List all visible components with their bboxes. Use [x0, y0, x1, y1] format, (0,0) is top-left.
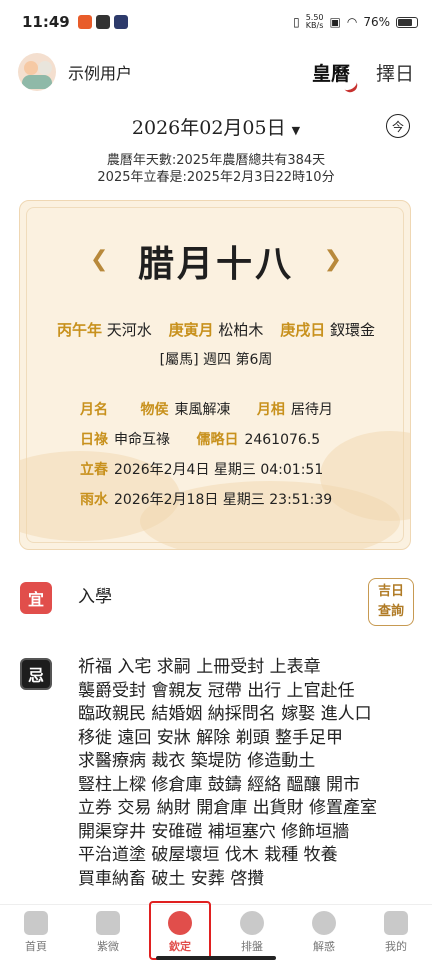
nav-ziwei[interactable]: 紫微	[72, 905, 144, 964]
speed-unit: KB/s	[305, 21, 324, 30]
avoid-line: 移徙 遠回 安牀 解除 剃頭 整手足甲	[78, 727, 344, 748]
year-info: 農曆年天數:2025年農曆總共有384天 2025年立春是:2025年2月3日2…	[0, 152, 432, 186]
notification-app-icon	[113, 15, 128, 29]
julian-day-value: 2461076.5	[244, 432, 321, 448]
button-line: 吉日	[377, 584, 404, 599]
almanac-card: ❮ 腊月十八 ❯ 丙午年 天河水 庚寅月 松柏木 庚戌日 釵環金 [屬馬] 週四…	[19, 200, 411, 550]
avatar-figure	[38, 61, 52, 75]
lichun-value: 2026年2月4日 星期三 04:01:51	[114, 462, 324, 478]
ganzhi-value: 松柏木	[218, 321, 264, 339]
nav-jiehuo[interactable]: 解惑	[288, 905, 360, 964]
ganzhi-row: 丙午年 天河水 庚寅月 松柏木 庚戌日 釵環金	[20, 319, 410, 340]
date-picker[interactable]: 2026年02月05日 ▼	[132, 113, 300, 140]
avoid-line: 豎柱上樑 修倉庫 鼓鑄 經絡 醞釀 開市	[78, 774, 361, 795]
detail-row-1: 月名 物侯 東風解凍 月相 居待月	[80, 399, 333, 419]
nav-label: 我的	[385, 940, 407, 953]
suitable-activities: 入學	[78, 587, 112, 607]
today-button[interactable]: 今	[386, 114, 410, 138]
tab-date-selection[interactable]: 擇日	[376, 59, 414, 86]
lichun-time: 2025年立春是:2025年2月3日22時10分	[97, 170, 335, 185]
status-indicators: ▯ 5.50 KB/s ▣ ◠ 76%	[293, 14, 418, 30]
calendar-icon	[24, 911, 48, 935]
ganzhi-value: 天河水	[106, 321, 152, 339]
wuhou-value: 東風解凍	[174, 402, 231, 418]
rilu-label: 日祿	[80, 432, 108, 448]
nav-home[interactable]: 首頁	[0, 905, 72, 964]
yushui-value: 2026年2月18日 星期三 23:51:39	[114, 492, 333, 508]
ganzhi-value: 釵環金	[329, 321, 375, 339]
yin-yang-icon	[240, 911, 264, 935]
ganzhi-label: 庚寅月	[168, 321, 214, 339]
lunar-day-row: ❮ 腊月十八 ❯	[20, 231, 410, 291]
ganzhi-year: 丙午年 天河水	[57, 321, 152, 339]
avoid-badge: 忌	[20, 658, 52, 690]
nav-label: 排盤	[241, 940, 263, 953]
sim-icon: ▣	[329, 15, 341, 29]
lichun-label: 立春	[80, 462, 108, 478]
week-info: [屬馬] 週四 第6周	[159, 352, 273, 368]
header-tabs: 皇曆 擇日	[312, 59, 414, 86]
book-icon	[96, 911, 120, 935]
detail-row-2: 日祿 申命互祿 儒略日 2461076.5	[80, 429, 320, 449]
avoid-line: 求醫療病 裁衣 築堤防 修造動土	[78, 751, 316, 771]
avoid-line: 平治道塗 破屋壞垣 伐木 栽種 牧養	[78, 845, 338, 865]
network-speed: 5.50 KB/s	[306, 14, 324, 30]
detail-row-3: 立春 2026年2月4日 星期三 04:01:51	[80, 459, 323, 479]
detail-row-4: 雨水 2026年2月18日 星期三 23:51:39	[80, 489, 332, 509]
username[interactable]: 示例用户	[68, 60, 132, 84]
lunar-year-days: 農曆年天數:2025年農曆總共有384天	[106, 153, 326, 168]
nav-label: 解惑	[313, 940, 335, 953]
lunar-day: 腊月十八	[137, 243, 294, 285]
avoid-line: 開渠穿井 安碓磑 補垣塞穴 修飾垣牆	[78, 821, 350, 842]
auspicious-day-query-button[interactable]: 吉日 查詢	[368, 578, 414, 626]
julian-day-label: 儒略日	[196, 432, 239, 448]
question-icon	[312, 911, 336, 935]
selection-highlight	[149, 901, 211, 960]
nav-profile[interactable]: 我的	[360, 905, 432, 964]
ganzhi-label: 丙午年	[57, 321, 103, 339]
month-name-label: 月名	[80, 402, 108, 418]
vibrate-icon: ▯	[293, 15, 300, 29]
yushui-label: 雨水	[80, 492, 108, 508]
home-indicator	[156, 956, 276, 960]
notification-app-icon	[77, 15, 92, 29]
person-icon	[384, 911, 408, 935]
bottom-nav: 首頁 紫微 欽定 排盤 解惑 我的	[0, 901, 432, 964]
avoid-line: 臨政親民 結婚姻 納採問名 嫁娶 進人口	[78, 704, 372, 724]
nav-label: 紫微	[97, 940, 119, 953]
status-time: 11:49	[22, 13, 70, 31]
date-selector: 2026年02月05日 ▼ 今	[0, 110, 432, 142]
moon-phase-value: 居待月	[290, 402, 333, 418]
suitable-badge: 宜	[20, 582, 52, 614]
wuhou-label: 物侯	[140, 402, 169, 418]
avoid-line: 襲爵受封 會親友 冠帶 出行 上官赴任	[78, 680, 355, 701]
avoid-line: 祈福 入宅 求嗣 上冊受封 上表章	[78, 657, 321, 677]
notification-app-icon	[95, 15, 110, 29]
button-line: 查詢	[377, 604, 404, 619]
suitable-section: 宜 入學 吉日 查詢	[20, 578, 414, 628]
gregorian-date: 2026年02月05日	[131, 116, 286, 139]
next-day-icon[interactable]: ❯	[324, 247, 342, 272]
avoid-activities: 祈福 入宅 求嗣 上冊受封 上表章 襲爵受封 會親友 冠帶 出行 上官赴任 臨政…	[78, 656, 418, 891]
nav-label: 首頁	[25, 940, 47, 953]
prev-day-icon[interactable]: ❮	[90, 247, 108, 272]
moon-phase-label: 月相	[256, 402, 285, 418]
battery-percent: 76%	[363, 15, 390, 29]
rilu-value: 申命互祿	[114, 432, 170, 448]
tab-almanac[interactable]: 皇曆	[312, 59, 350, 86]
caret-down-icon: ▼	[291, 123, 301, 137]
avoid-line: 立券 交易 納財 開倉庫 出貨財 修置產室	[78, 798, 378, 818]
wifi-icon: ◠	[346, 15, 358, 29]
app-header: 示例用户 皇曆 擇日	[0, 50, 432, 94]
status-bar: 11:49 ▯ 5.50 KB/s ▣ ◠ 76%	[0, 0, 432, 44]
avatar[interactable]	[18, 53, 56, 91]
ganzhi-day: 庚戌日 釵環金	[280, 321, 375, 339]
avoid-line: 買車納畜 破土 安葬 啓攢	[78, 868, 265, 889]
avatar-body	[22, 75, 52, 89]
avatar-figure	[24, 61, 38, 75]
ganzhi-month: 庚寅月 松柏木	[169, 321, 264, 339]
ganzhi-label: 庚戌日	[280, 321, 326, 339]
battery-icon	[396, 16, 418, 28]
